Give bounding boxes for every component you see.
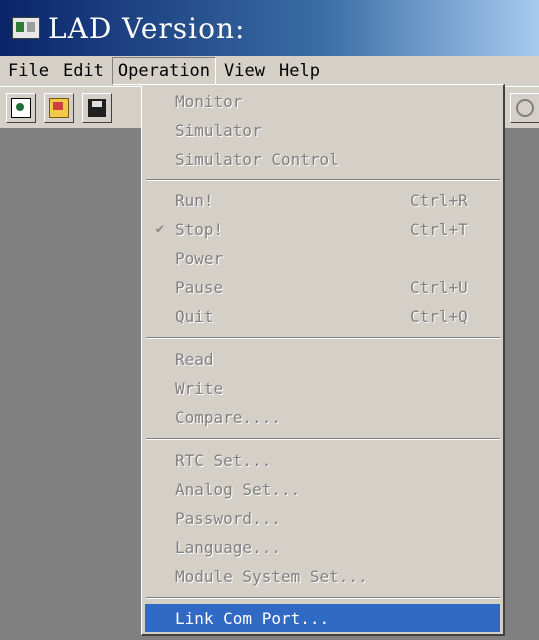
shortcut-label: Ctrl+T bbox=[410, 219, 468, 239]
app-icon bbox=[12, 17, 40, 39]
menu-item-stop[interactable]: ✔ Stop! Ctrl+T bbox=[145, 215, 500, 243]
menu-item-label: Pause bbox=[175, 277, 224, 297]
menu-item-password[interactable]: Password... bbox=[145, 504, 500, 532]
menu-item-label: Language... bbox=[175, 537, 281, 557]
menu-file[interactable]: File bbox=[2, 57, 55, 85]
status-button[interactable] bbox=[510, 93, 539, 123]
menu-item-read[interactable]: Read bbox=[145, 345, 500, 373]
menu-item-link-com-port[interactable]: Link Com Port... bbox=[145, 604, 500, 632]
menu-item-module-system-set[interactable]: Module System Set... bbox=[145, 562, 500, 590]
operation-menu: Monitor Simulator Simulator Control Run!… bbox=[141, 84, 505, 636]
menu-item-language[interactable]: Language... bbox=[145, 533, 500, 561]
check-icon: ✔ bbox=[155, 221, 165, 237]
menu-help[interactable]: Help bbox=[273, 57, 326, 85]
menu-item-label: Module System Set... bbox=[175, 566, 368, 586]
menu-item-compare[interactable]: Compare.... bbox=[145, 403, 500, 431]
menu-item-analog-set[interactable]: Analog Set... bbox=[145, 475, 500, 503]
menu-separator bbox=[146, 337, 500, 339]
new-file-icon bbox=[11, 98, 31, 118]
title-bar: LAD Version: bbox=[0, 0, 539, 56]
menu-item-label: Monitor bbox=[175, 91, 243, 111]
menu-view[interactable]: View bbox=[218, 57, 271, 85]
open-button[interactable] bbox=[44, 93, 74, 123]
menu-operation[interactable]: Operation bbox=[111, 57, 217, 85]
menu-item-label: Password... bbox=[175, 508, 281, 528]
open-folder-icon bbox=[49, 98, 69, 118]
menu-item-label: Simulator bbox=[175, 120, 262, 140]
menu-item-label: Run! bbox=[175, 190, 214, 210]
save-button[interactable] bbox=[82, 93, 112, 123]
menu-item-write[interactable]: Write bbox=[145, 374, 500, 402]
menu-item-label: Read bbox=[175, 349, 214, 369]
menu-item-label: Power bbox=[175, 248, 224, 268]
save-disk-icon bbox=[88, 99, 106, 117]
status-icon bbox=[516, 99, 534, 117]
menu-item-power[interactable]: Power bbox=[145, 244, 500, 272]
menu-edit[interactable]: Edit bbox=[57, 57, 110, 85]
window-title: LAD Version: bbox=[48, 11, 246, 45]
menu-item-label: Link Com Port... bbox=[175, 608, 330, 628]
menu-item-monitor[interactable]: Monitor bbox=[145, 87, 500, 115]
menu-item-quit[interactable]: Quit Ctrl+Q bbox=[145, 302, 500, 330]
menu-item-label: RTC Set... bbox=[175, 450, 272, 470]
menu-item-label: Stop! bbox=[175, 219, 224, 239]
menu-item-label: Quit bbox=[175, 306, 214, 326]
menu-item-label: Analog Set... bbox=[175, 479, 301, 499]
menu-item-label: Write bbox=[175, 378, 224, 398]
menu-separator bbox=[146, 438, 500, 440]
shortcut-label: Ctrl+Q bbox=[410, 306, 468, 326]
menu-separator bbox=[146, 179, 500, 181]
menu-item-run[interactable]: Run! Ctrl+R bbox=[145, 186, 500, 214]
menu-item-simulator[interactable]: Simulator bbox=[145, 116, 500, 144]
menu-item-label: Compare.... bbox=[175, 407, 281, 427]
menu-item-rtc-set[interactable]: RTC Set... bbox=[145, 446, 500, 474]
new-file-button[interactable] bbox=[6, 93, 36, 123]
menu-item-simulator-control[interactable]: Simulator Control bbox=[145, 145, 500, 173]
menu-separator bbox=[146, 597, 500, 599]
shortcut-label: Ctrl+U bbox=[410, 277, 468, 297]
menu-item-pause[interactable]: Pause Ctrl+U bbox=[145, 273, 500, 301]
shortcut-label: Ctrl+R bbox=[410, 190, 468, 210]
menu-item-label: Simulator Control bbox=[175, 149, 339, 169]
menu-bar: File Edit Operation View Help bbox=[0, 56, 539, 86]
